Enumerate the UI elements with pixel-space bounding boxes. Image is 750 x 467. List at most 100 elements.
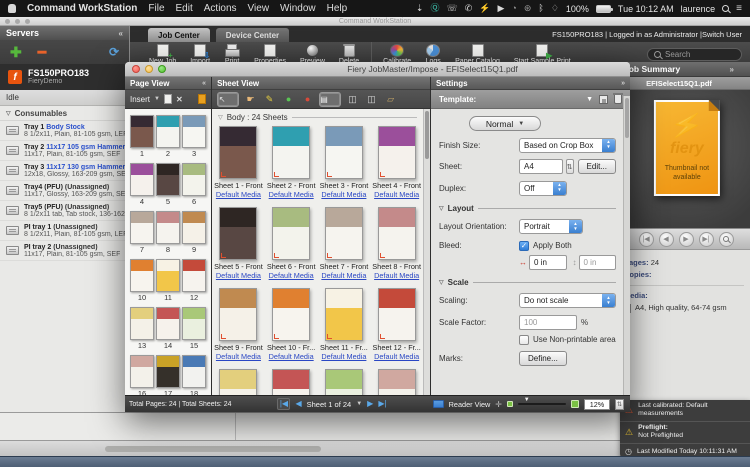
edit-page-tool-icon[interactable]: ✎ <box>262 92 277 107</box>
flash-status-icon[interactable]: ⚡ <box>479 4 490 13</box>
handoff-status-icon[interactable]: ✆ <box>465 4 473 13</box>
sheet-cell[interactable]: Sheet 3 - Front Default Media <box>320 126 369 199</box>
sheet-cell[interactable]: Sheet 9 - Front Default Media <box>214 288 263 361</box>
sheet-view-scrollbar[interactable] <box>423 109 430 395</box>
tab-job-center[interactable]: Job Center <box>148 28 210 42</box>
page-thumbnail[interactable]: 17 <box>156 355 180 395</box>
reader-view-icon[interactable] <box>433 400 444 408</box>
apply-both-checkbox[interactable]: ✓ <box>519 241 529 251</box>
expand-panel-icon[interactable]: » <box>730 65 734 74</box>
tray-row[interactable]: Tray 1 Body Stock 8 1/2x11, Plain, 81-10… <box>0 121 129 141</box>
folder-tool-icon[interactable]: ▱ <box>383 92 398 107</box>
page-thumbnail[interactable]: 13 <box>130 307 154 350</box>
menu-item[interactable]: Actions <box>204 3 237 14</box>
collapse-panel-icon[interactable]: « <box>119 29 123 38</box>
orientation-select[interactable]: Portrait▲▼ <box>519 219 583 234</box>
page-thumbnail[interactable]: 4 <box>130 163 154 206</box>
red-pin-tool-icon[interactable]: ● <box>300 92 315 107</box>
first-sheet-button[interactable]: |◀ <box>277 398 290 410</box>
zoom-slider[interactable]: ▼ <box>518 403 566 405</box>
tray-row[interactable]: PI tray 2 (Unassigned) 11x17, Plain, 81-… <box>0 241 129 261</box>
page-thumbnail[interactable]: 6 <box>182 163 206 206</box>
prev-sheet-button[interactable]: ◀ <box>295 400 301 408</box>
prev-page-button[interactable]: ◀ <box>659 232 674 247</box>
page-thumbnail[interactable]: 2 <box>156 115 180 158</box>
tray-media-link[interactable]: 11x17 130 gsm Hammermill g... <box>46 164 125 171</box>
sheet-cell[interactable]: Sheet 7 - Front Default Media <box>320 207 369 280</box>
spread-mode-left-icon[interactable]: ◫ <box>345 92 360 107</box>
bleed-vertical-input[interactable]: 0 in <box>579 255 617 270</box>
template-dropdown-icon[interactable]: ▼ <box>586 96 593 103</box>
sheet-input[interactable]: A4 <box>519 159 563 174</box>
nonprintable-checkbox[interactable] <box>519 335 529 345</box>
consumables-header[interactable]: ▽ Consumables <box>0 106 129 121</box>
sheet-media-link[interactable]: Default Media <box>216 190 261 199</box>
last-page-button[interactable]: ▶| <box>699 232 714 247</box>
ink-drop-status-icon[interactable]: ◔ <box>511 4 516 13</box>
download-status-icon[interactable]: ⇣ <box>416 4 424 13</box>
zoom-percent-input[interactable]: 12% <box>584 399 610 410</box>
tab-page-icon[interactable] <box>198 94 206 104</box>
layout-section-header[interactable]: ▽ Layout <box>439 204 616 213</box>
page-thumbnail[interactable]: 14 <box>156 307 180 350</box>
tray-media-link[interactable]: (Unassigned) <box>65 184 109 191</box>
page-thumbnail[interactable]: 5 <box>156 163 180 206</box>
sheet-cell[interactable]: Sheet 11 - Fr... Default Media <box>320 288 368 361</box>
zoom-out-icon[interactable] <box>507 401 513 407</box>
zoom-slider-handle[interactable]: ▼ <box>524 397 530 403</box>
page-thumbnail[interactable]: 10 <box>130 259 154 302</box>
login-status[interactable]: FS150PRO183 | Logged in as Administrator… <box>552 30 750 42</box>
fit-view-icon[interactable]: ✛ <box>495 400 502 409</box>
app-menu[interactable]: Command WorkStation <box>27 3 137 14</box>
spotlight-search-icon[interactable] <box>722 5 729 12</box>
sheet-media-link[interactable]: Default Media <box>269 271 314 280</box>
tray-media-link[interactable]: (Unassigned) <box>65 204 109 211</box>
sheet-cell[interactable]: Sheet 2 - Front Default Media <box>267 126 316 199</box>
page-thumbnail[interactable]: 12 <box>182 259 206 302</box>
sheet-media-link[interactable]: Default Media <box>374 190 419 199</box>
q-app-status-icon[interactable]: Ⓠ <box>430 4 439 13</box>
page-thumbnail[interactable]: 8 <box>156 211 180 254</box>
bluetooth-status-icon[interactable]: ᛒ <box>538 4 543 13</box>
tray-row[interactable]: Tray5 (PFU) (Unassigned) 8 1/2x11 tab, T… <box>0 201 129 221</box>
sheet-media-link[interactable]: Default Media <box>374 271 419 280</box>
menu-item[interactable]: Window <box>280 3 316 14</box>
menu-item[interactable]: Edit <box>176 3 193 14</box>
sheet-stepper[interactable]: ⇅ <box>566 159 574 174</box>
select-tool-icon[interactable]: ↖ <box>217 92 239 107</box>
tray-media-link[interactable]: (Unassigned) <box>53 224 97 231</box>
tray-row[interactable]: PI tray 1 (Unassigned) 8 1/2x11, Plain, … <box>0 221 129 241</box>
menu-clock[interactable]: Tue 10:12 AM <box>618 4 674 14</box>
page-thumbnail[interactable]: 15 <box>182 307 206 350</box>
sheet-cell[interactable]: Sheet 10 - Fr... Default Media <box>267 288 315 361</box>
settings-scrollbar[interactable] <box>623 96 630 395</box>
insert-menu[interactable]: Insert <box>130 95 150 104</box>
reader-view-label[interactable]: Reader View <box>449 400 491 409</box>
play-status-icon[interactable]: ▶ <box>498 4 505 13</box>
next-sheet-button[interactable]: ▶ <box>367 400 373 408</box>
menu-item[interactable]: File <box>148 3 164 14</box>
green-pin-tool-icon[interactable]: ● <box>281 92 296 107</box>
tab-device-center[interactable]: Device Center <box>216 28 289 42</box>
sheet-cell[interactable]: Sheet 6 - Front Default Media <box>267 207 316 280</box>
sheet-cell[interactable]: Sheet 14 - Front Default Media <box>265 369 318 395</box>
page-thumbnail[interactable]: 3 <box>182 115 206 158</box>
bleed-horizontal-input[interactable]: 0 in <box>529 255 567 270</box>
sheet-media-link[interactable]: Default Media <box>269 190 314 199</box>
sheet-media-link[interactable]: Default Media <box>321 352 366 361</box>
keyboard-status-icon[interactable]: ⊛ <box>524 4 532 13</box>
sheet-media-link[interactable]: Default Media <box>216 271 261 280</box>
first-page-button[interactable]: |◀ <box>639 232 654 247</box>
menu-item[interactable]: View <box>248 3 270 14</box>
alert-row[interactable]: ⚠ Last calibrated: Default measurements <box>620 400 750 422</box>
page-thumbnail[interactable]: 18 <box>182 355 206 395</box>
page-thumbnail[interactable]: 11 <box>156 259 180 302</box>
shape-status-icon[interactable]: ♢ <box>551 4 559 13</box>
tray-row[interactable]: Tray 2 11x17 105 gsm Hammermill C... 11x… <box>0 141 129 161</box>
page-thumbnail[interactable]: 9 <box>182 211 206 254</box>
menu-user[interactable]: laurence <box>681 4 716 14</box>
tray-media-link[interactable]: (Unassigned) <box>53 244 97 251</box>
sheet-media-link[interactable]: Default Media <box>269 352 314 361</box>
sheet-edit-button[interactable]: Edit... <box>578 159 616 174</box>
server-item[interactable]: f FS150PRO183 FieryDemo <box>0 64 129 90</box>
